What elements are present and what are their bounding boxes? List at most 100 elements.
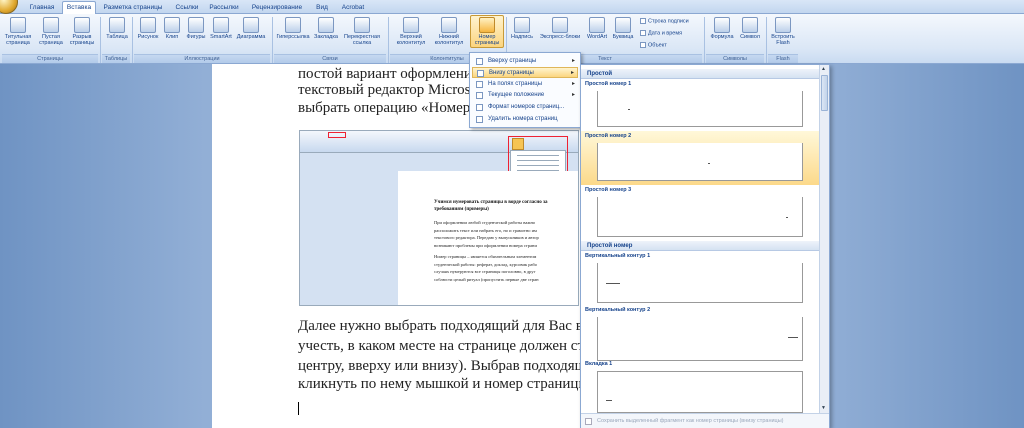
header-button[interactable]: Верхний колонтитул — [392, 17, 430, 46]
page-break-icon — [74, 17, 90, 33]
clip-art-icon — [164, 17, 180, 33]
cover-page-button[interactable]: Титульная страница — [4, 17, 32, 46]
document-text-line: выбрать операцию «Номер ст — [298, 100, 488, 116]
group-separator — [100, 17, 101, 63]
menu-item-current-position[interactable]: Текущее положение ▸ — [472, 90, 578, 101]
button-label: Закладка — [314, 34, 338, 40]
gallery-item-plain-number-1[interactable]: Простой номер 1 — [581, 79, 819, 131]
table-button[interactable]: Таблица — [104, 17, 130, 40]
shapes-button[interactable]: Фигуры — [184, 17, 208, 40]
footer-button[interactable]: Нижний колонтитул — [430, 17, 468, 46]
document-text-line: постой вариант оформления т — [298, 66, 490, 82]
group-illustrations-label: Иллюстрации — [134, 54, 270, 63]
menu-item-format-page-numbers[interactable]: Формат номеров страниц... — [472, 102, 578, 113]
menu-item-bottom-of-page[interactable]: Внизу страницы ▸ — [472, 67, 578, 78]
header-icon — [403, 17, 419, 33]
tab-mailings[interactable]: Рассылки — [206, 2, 242, 14]
equation-button[interactable]: Формула — [708, 17, 736, 40]
tab-review[interactable]: Рецензирование — [246, 2, 308, 14]
tab-references[interactable]: Ссылки — [170, 2, 204, 14]
group-separator — [272, 17, 273, 63]
cross-reference-icon — [354, 17, 370, 33]
gallery-item-plain-number-3[interactable]: Простой номер 3 — [581, 185, 819, 241]
button-label: Клип — [165, 34, 179, 40]
tab-insert[interactable]: Вставка — [62, 1, 96, 15]
document-text-line: центру, вверху или внизу). Выбрав подход… — [298, 358, 600, 374]
menu-item-top-of-page[interactable]: Вверху страницы ▸ — [472, 56, 578, 67]
gallery-item-plain-number-2[interactable]: Простой номер 2 — [581, 131, 819, 185]
tab-home[interactable]: Главная — [22, 2, 62, 14]
button-label: Экспресс-блоки — [539, 34, 581, 40]
chart-button[interactable]: Диаграмма — [234, 17, 268, 40]
date-time-button[interactable]: Дата и время — [640, 30, 682, 36]
group-tables-label: Таблицы — [102, 54, 130, 63]
gallery-item-tab-1[interactable]: Вкладка 1 — [581, 359, 819, 413]
smartart-button[interactable]: SmartArt — [208, 17, 234, 40]
tab-page-layout[interactable]: Разметка страницы — [100, 2, 166, 14]
group-separator — [388, 17, 389, 63]
button-label: Фигуры — [186, 34, 206, 40]
hyperlink-button[interactable]: Гиперссылка — [274, 17, 312, 40]
current-position-icon — [476, 92, 483, 99]
page-margins-icon — [476, 81, 483, 88]
scroll-thumb[interactable] — [821, 75, 828, 111]
picture-button[interactable]: Рисунок — [136, 17, 160, 40]
bookmark-button[interactable]: Закладка — [312, 17, 340, 40]
page-number-mark — [606, 283, 620, 284]
page-number-mark — [628, 109, 630, 110]
screenshot-body-line: расположить текст или набрать его, но и … — [434, 227, 537, 233]
tab-acrobat[interactable]: Acrobat — [338, 2, 368, 14]
omega-icon — [742, 17, 758, 33]
bookmark-icon — [318, 17, 334, 33]
clip-button[interactable]: Клип — [162, 17, 182, 40]
gallery-scrollbar[interactable]: ▲ ▼ — [819, 65, 829, 413]
menu-item-label: Вверху страницы — [488, 58, 537, 64]
cross-reference-button[interactable]: Перекрестная ссылка — [340, 17, 384, 46]
object-button[interactable]: Объект — [640, 42, 667, 48]
button-label: Встроить Flash — [771, 34, 795, 46]
embed-flash-button[interactable]: Встроить Flash — [768, 17, 798, 46]
button-label: Объект — [648, 42, 667, 49]
signature-line-button[interactable]: Строка подписи — [640, 18, 689, 24]
screenshot-body: При оформлении любой студенческой работы… — [434, 219, 539, 283]
symbol-button[interactable]: Символ — [736, 17, 764, 40]
page-number-mark — [606, 400, 612, 401]
quick-parts-icon — [552, 17, 568, 33]
page-break-button[interactable]: Разрыв страницы — [68, 17, 96, 46]
office-button[interactable] — [0, 0, 18, 14]
menu-item-remove-page-numbers[interactable]: Удалить номера страниц — [472, 114, 578, 125]
blank-page-button[interactable]: Пустая страница — [38, 17, 64, 46]
quick-parts-button[interactable]: Экспресс-блоки — [536, 17, 584, 40]
document-text-line: текстовый редактор Microsof — [298, 82, 484, 98]
button-label: Буквица — [612, 34, 634, 40]
object-icon — [640, 42, 646, 48]
page-number-mark — [786, 217, 788, 218]
menu-item-page-margins[interactable]: На полях страницы ▸ — [472, 79, 578, 90]
gallery-item-vertical-outline-2[interactable]: Вертикальный контур 2 — [581, 305, 819, 365]
table-icon — [109, 17, 125, 33]
wordart-button[interactable]: WordArt — [584, 17, 610, 40]
screenshot-highlight-tab — [328, 132, 346, 138]
text-box-button[interactable]: Надпись — [508, 17, 536, 40]
gallery-item-label: Вертикальный контур 2 — [585, 307, 651, 313]
drop-cap-button[interactable]: Буквица — [610, 17, 636, 40]
scroll-up-arrow-icon[interactable]: ▲ — [821, 66, 826, 72]
group-pages-label: Страницы — [2, 54, 98, 63]
page-number-icon — [479, 17, 495, 33]
screenshot-body-line: соблюсти целый ритуал (пропустить первые… — [434, 276, 539, 282]
group-separator — [704, 17, 705, 63]
gallery-section-header: Простой номер — [581, 241, 819, 251]
gallery-item-label: Вертикальный контур 1 — [585, 253, 651, 259]
wordart-icon — [589, 17, 605, 33]
tab-view[interactable]: Вид — [312, 2, 332, 14]
scroll-down-arrow-icon[interactable]: ▼ — [821, 405, 826, 411]
gallery-item-preview — [597, 91, 803, 127]
screenshot-title: Учимся нумеровать страницы в ворде согла… — [434, 199, 548, 213]
page-number-button[interactable]: Номер страницы — [470, 15, 504, 48]
cover-page-icon — [10, 17, 26, 33]
screenshot-page: Учимся нумеровать страницы в ворде согла… — [398, 171, 578, 305]
gallery-section-header: Простой — [581, 69, 819, 79]
gallery-item-vertical-outline-1[interactable]: Вертикальный контур 1 — [581, 251, 819, 305]
save-gallery-icon — [585, 418, 592, 425]
page-number-mark — [708, 163, 710, 164]
